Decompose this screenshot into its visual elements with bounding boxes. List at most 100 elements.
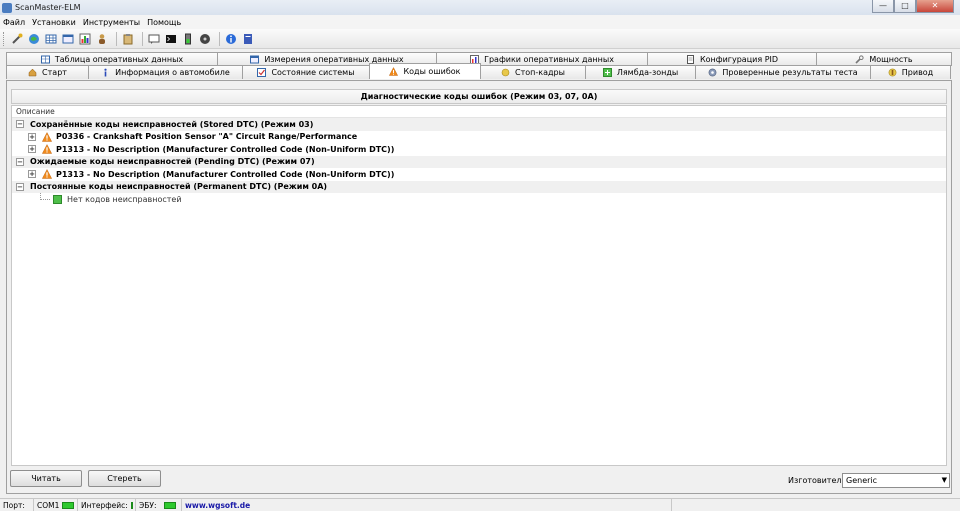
toolbar-separator — [219, 31, 220, 46]
tab-label: Конфигурация PID — [699, 55, 779, 64]
drive-icon — [888, 68, 897, 77]
tab-oxygen-sensors[interactable]: Лямбда-зонды — [585, 65, 696, 79]
ok-icon — [53, 194, 62, 204]
gear-icon — [708, 68, 717, 77]
globe-icon[interactable] — [27, 32, 41, 46]
tool-icon — [855, 55, 864, 64]
tab-label: Стоп-кадры — [515, 68, 565, 77]
battery-icon[interactable] — [181, 32, 195, 46]
warning-icon — [42, 131, 52, 142]
menu-bar: Файл Установки Инструменты Помощь — [0, 15, 960, 29]
chevron-down-icon[interactable]: ▼ — [942, 474, 947, 487]
tab-pid-config[interactable]: Конфигурация PID — [647, 52, 817, 66]
collapse-icon[interactable]: − — [16, 157, 24, 166]
tree-connector — [40, 192, 50, 200]
dtc-label: P1313 - No Description (Manufacturer Con… — [56, 169, 395, 179]
book-icon[interactable] — [241, 32, 255, 46]
tree-item-dtc[interactable]: + P1313 - No Description (Manufacturer C… — [12, 143, 946, 156]
tab-verified-test-results[interactable]: Проверенные результаты теста — [695, 65, 871, 79]
ecu-led-icon — [164, 501, 177, 509]
warning-icon — [389, 67, 399, 76]
collapse-icon[interactable]: − — [16, 182, 24, 191]
tab-trouble-codes[interactable]: Коды ошибок — [369, 63, 481, 79]
menu-tools[interactable]: Инструменты — [83, 18, 140, 27]
status-ecu-label: ЭБУ: — [139, 500, 157, 510]
dtc-tree[interactable]: Описание − Сохранённые коды неисправност… — [11, 105, 947, 466]
status-bar: Порт: COM1 Интерфейс: ЭБУ: www.wgsoft.de — [0, 498, 960, 511]
tab-power[interactable]: Мощность — [816, 52, 952, 66]
toolbar-separator — [116, 31, 117, 46]
tab-label: Мощность — [869, 55, 913, 64]
manufacturer-value: Generic — [846, 476, 878, 485]
tab-system-status[interactable]: Состояние системы — [242, 65, 370, 79]
warning-icon — [42, 144, 52, 154]
interface-led-icon — [130, 501, 133, 509]
trouble-codes-panel: Диагностические коды ошибок (Режим 03, 0… — [6, 80, 952, 494]
status-interface-label: Интерфейс: — [81, 500, 128, 510]
leaf-label: Нет кодов неисправностей — [67, 194, 182, 204]
status-port: COM1 — [34, 498, 78, 511]
expand-icon[interactable]: + — [28, 170, 36, 179]
tree-item-dtc[interactable]: + P1313 - No Description (Manufacturer C… — [12, 168, 946, 181]
person-icon[interactable] — [95, 32, 109, 46]
tree-group-permanent-dtc[interactable]: − Постоянные коды неисправностей (Perman… — [12, 180, 946, 193]
tab-vehicle-info[interactable]: Информация о автомобиле — [88, 65, 243, 79]
clipboard-icon[interactable] — [121, 32, 135, 46]
toolbar — [0, 29, 960, 49]
connect-icon[interactable] — [10, 32, 24, 46]
close-button[interactable]: ✕ — [916, 0, 954, 13]
info-icon[interactable] — [224, 32, 238, 46]
tree-group-pending-dtc[interactable]: − Ожидаемые коды неисправностей (Pending… — [12, 155, 946, 168]
snapshot-icon — [501, 68, 510, 77]
clear-button[interactable]: Стереть — [88, 470, 161, 487]
grid-icon[interactable] — [44, 32, 58, 46]
expand-icon[interactable]: + — [28, 132, 36, 141]
minimize-button[interactable]: — — [872, 0, 894, 13]
maximize-button[interactable]: □ — [894, 0, 916, 13]
status-port-value: COM1 — [37, 500, 60, 510]
app-icon — [2, 2, 12, 13]
terminal-icon[interactable] — [164, 32, 178, 46]
tree-group-stored-dtc[interactable]: − Сохранённые коды неисправностей (Store… — [12, 118, 946, 131]
expand-icon[interactable]: + — [28, 145, 36, 154]
chart-icon[interactable] — [78, 32, 92, 46]
manufacturer-select[interactable]: Generic ▼ — [842, 473, 950, 488]
dtc-label: P1313 - No Description (Manufacturer Con… — [56, 144, 395, 154]
tab-drive[interactable]: Привод — [870, 65, 951, 79]
website-link[interactable]: www.wgsoft.de — [182, 498, 672, 511]
tab-label: Таблица оперативных данных — [54, 55, 184, 64]
collapse-icon[interactable]: − — [16, 120, 24, 129]
toolbar-separator — [142, 31, 143, 46]
status-interface: Интерфейс: — [78, 498, 136, 511]
read-button[interactable]: Читать — [10, 470, 82, 487]
sensor-icon — [602, 68, 612, 77]
port-led-icon — [62, 501, 74, 509]
window-controls: — □ ✕ — [872, 0, 954, 13]
tree-item-dtc[interactable]: + P0336 - Crankshaft Position Sensor "A"… — [12, 131, 946, 144]
message-icon[interactable] — [147, 32, 161, 46]
disc-icon[interactable] — [198, 32, 212, 46]
status-ecu: ЭБУ: — [136, 498, 182, 511]
tree-item-no-codes[interactable]: Нет кодов неисправностей — [12, 192, 946, 206]
menu-settings[interactable]: Установки — [32, 18, 76, 27]
group-label: Ожидаемые коды неисправностей (Pending D… — [30, 157, 315, 167]
table-icon — [250, 55, 260, 64]
document-icon — [686, 55, 695, 64]
tab-start[interactable]: Старт — [6, 65, 89, 79]
check-icon — [257, 68, 267, 77]
tab-label: Коды ошибок — [403, 67, 461, 76]
tab-label: Проверенные результаты теста — [722, 68, 858, 77]
tab-live-data-table[interactable]: Таблица оперативных данных — [6, 52, 218, 66]
tab-label: Графики оперативных данных — [484, 55, 614, 64]
menu-help[interactable]: Помощь — [147, 18, 181, 27]
panel-title: Диагностические коды ошибок (Режим 03, 0… — [11, 89, 947, 104]
tab-freeze-frames[interactable]: Стоп-кадры — [480, 65, 586, 79]
column-header-description[interactable]: Описание — [12, 106, 946, 118]
menu-file[interactable]: Файл — [3, 18, 25, 27]
tab-label: Информация о автомобиле — [115, 68, 230, 77]
table-icon[interactable] — [61, 32, 75, 46]
title-bar: ScanMaster-ELM — □ ✕ — [0, 0, 960, 15]
tab-label: Привод — [901, 68, 934, 77]
tab-label: Лямбда-зонды — [616, 68, 679, 77]
info-icon — [101, 68, 110, 77]
